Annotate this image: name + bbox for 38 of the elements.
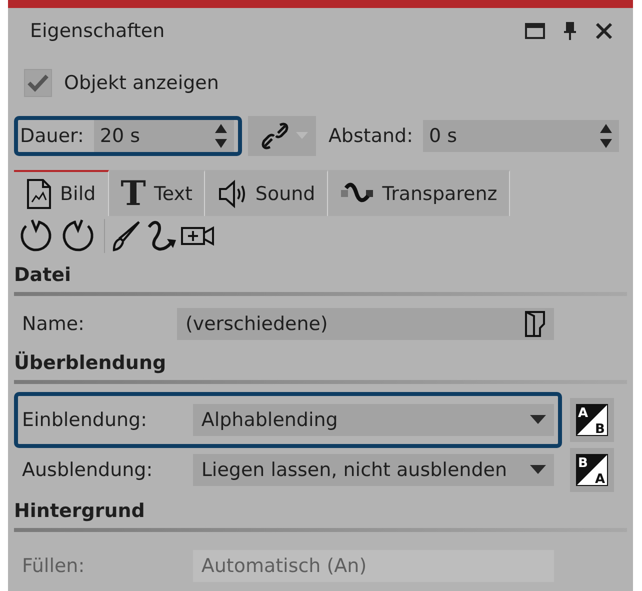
spacing-field[interactable]: 0 s bbox=[423, 120, 619, 152]
curved-arrow-icon[interactable] bbox=[145, 219, 179, 253]
panel-title: Eigenschaften bbox=[30, 20, 165, 42]
tab[interactable]: Transparenz bbox=[328, 170, 510, 216]
tab[interactable]: Bild bbox=[14, 170, 109, 216]
image-file-icon bbox=[26, 178, 52, 210]
field-label: Füllen: bbox=[22, 555, 86, 577]
tab[interactable]: T Text bbox=[108, 170, 206, 216]
section-heading: Datei bbox=[14, 263, 72, 286]
section-heading: Hintergrund bbox=[14, 499, 146, 522]
dropdown[interactable]: Liegen lassen, nicht ausblenden bbox=[193, 454, 554, 486]
tab[interactable]: Sound bbox=[205, 170, 328, 216]
checkbox[interactable] bbox=[24, 69, 52, 97]
name-field[interactable]: (verschiedene) bbox=[177, 308, 554, 340]
close-icon[interactable] bbox=[595, 22, 613, 40]
file-browse-icon[interactable] bbox=[524, 310, 546, 338]
field-label: Dauer: bbox=[20, 125, 84, 147]
brush-icon[interactable] bbox=[111, 219, 143, 253]
field-label: Name: bbox=[22, 313, 86, 335]
duration-field[interactable]: 20 s bbox=[94, 120, 234, 152]
checkbox-label: Objekt anzeigen bbox=[64, 72, 219, 94]
field-label: Ausblendung: bbox=[22, 459, 154, 481]
link-icon[interactable] bbox=[260, 121, 290, 151]
pin-icon[interactable] bbox=[563, 21, 577, 41]
speaker-icon bbox=[217, 179, 248, 209]
link-button[interactable] bbox=[248, 116, 316, 156]
dropdown-caret-icon[interactable] bbox=[530, 415, 546, 425]
transition-swap-button[interactable]: A B bbox=[570, 398, 614, 442]
field-label: Abstand: bbox=[328, 125, 413, 147]
text-tab-icon: T bbox=[120, 177, 146, 211]
field-label: Einblendung: bbox=[22, 409, 148, 431]
dropdown-caret-icon[interactable] bbox=[530, 465, 546, 475]
spinner-arrows-icon[interactable] bbox=[599, 123, 613, 149]
dropdown[interactable]: Alphablending bbox=[193, 404, 554, 436]
transition-swap-button[interactable]: B A bbox=[570, 448, 614, 492]
maximize-icon[interactable] bbox=[525, 23, 545, 39]
spinner-arrows-icon[interactable] bbox=[214, 123, 228, 149]
section-heading: Überblendung bbox=[14, 350, 168, 374]
